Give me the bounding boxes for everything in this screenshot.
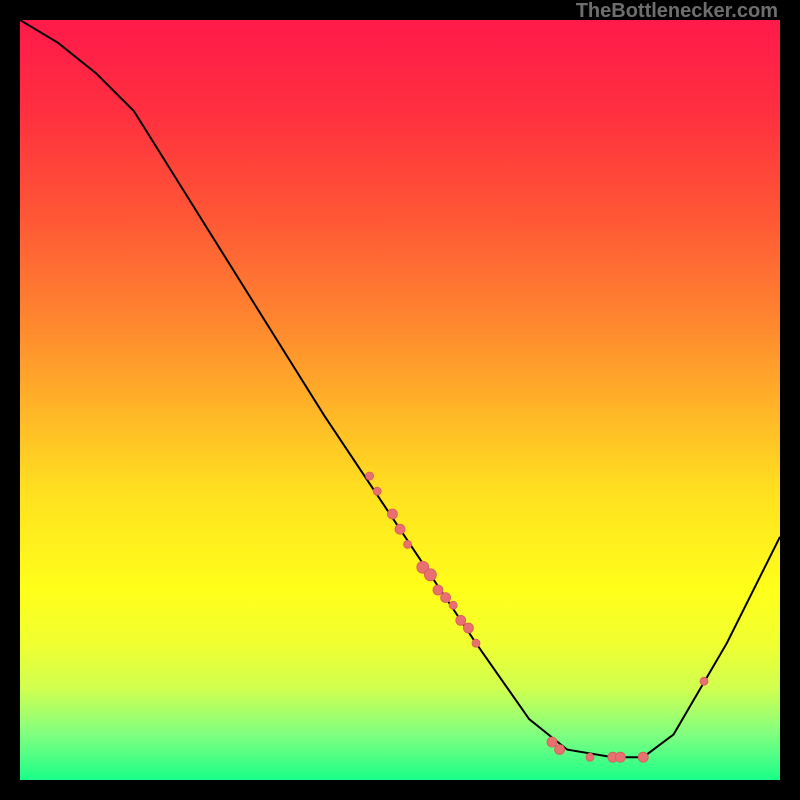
data-point	[441, 593, 451, 603]
chart-container: TheBottlenecker.com	[0, 0, 800, 800]
chart-points-svg	[20, 20, 780, 780]
data-point	[700, 677, 708, 685]
plot-area	[20, 20, 780, 780]
data-point	[463, 623, 473, 633]
data-point	[555, 745, 565, 755]
data-point	[456, 615, 466, 625]
data-point	[404, 540, 412, 548]
data-point	[615, 752, 625, 762]
data-point	[433, 585, 443, 595]
data-point	[373, 487, 381, 495]
data-point	[586, 753, 594, 761]
data-point	[449, 601, 457, 609]
data-point	[638, 752, 648, 762]
data-point	[366, 472, 374, 480]
data-point	[472, 639, 480, 647]
data-point	[547, 737, 557, 747]
data-point	[395, 524, 405, 534]
data-point	[387, 509, 397, 519]
data-points-group	[366, 472, 708, 762]
data-point	[424, 569, 436, 581]
